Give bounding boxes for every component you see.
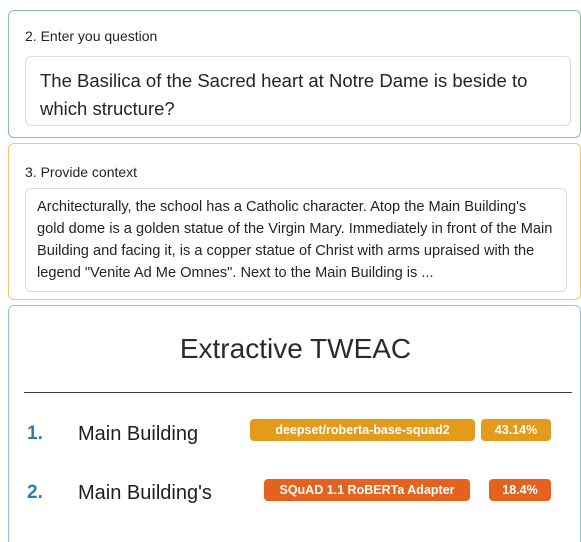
model-badge: SQuAD 1.1 RoBERTa Adapter (264, 479, 470, 501)
result-row: 1. Main Building deepset/roberta-base-sq… (9, 419, 581, 449)
score-badge: 43.14% (481, 419, 551, 441)
model-badge: deepset/roberta-base-squad2 (250, 419, 475, 441)
context-input[interactable]: Architecturally, the school has a Cathol… (25, 188, 567, 292)
results-card: Extractive TWEAC 1. Main Building deepse… (8, 305, 581, 542)
question-label: 2. Enter you question (25, 28, 158, 44)
results-divider (24, 392, 572, 393)
result-rank: 1. (27, 423, 43, 444)
question-card: 2. Enter you question The Basilica of th… (8, 10, 581, 138)
result-answer: Main Building (78, 423, 199, 445)
context-card: 3. Provide context Architecturally, the … (8, 143, 581, 300)
context-label: 3. Provide context (25, 164, 138, 180)
result-row: 2. Main Building's SQuAD 1.1 RoBERTa Ada… (9, 478, 581, 508)
question-input[interactable]: The Basilica of the Sacred heart at Notr… (25, 56, 571, 126)
score-badge: 18.4% (489, 479, 551, 501)
result-rank: 2. (27, 482, 43, 503)
results-title: Extractive TWEAC (179, 333, 412, 364)
result-answer: Main Building's (78, 482, 212, 504)
